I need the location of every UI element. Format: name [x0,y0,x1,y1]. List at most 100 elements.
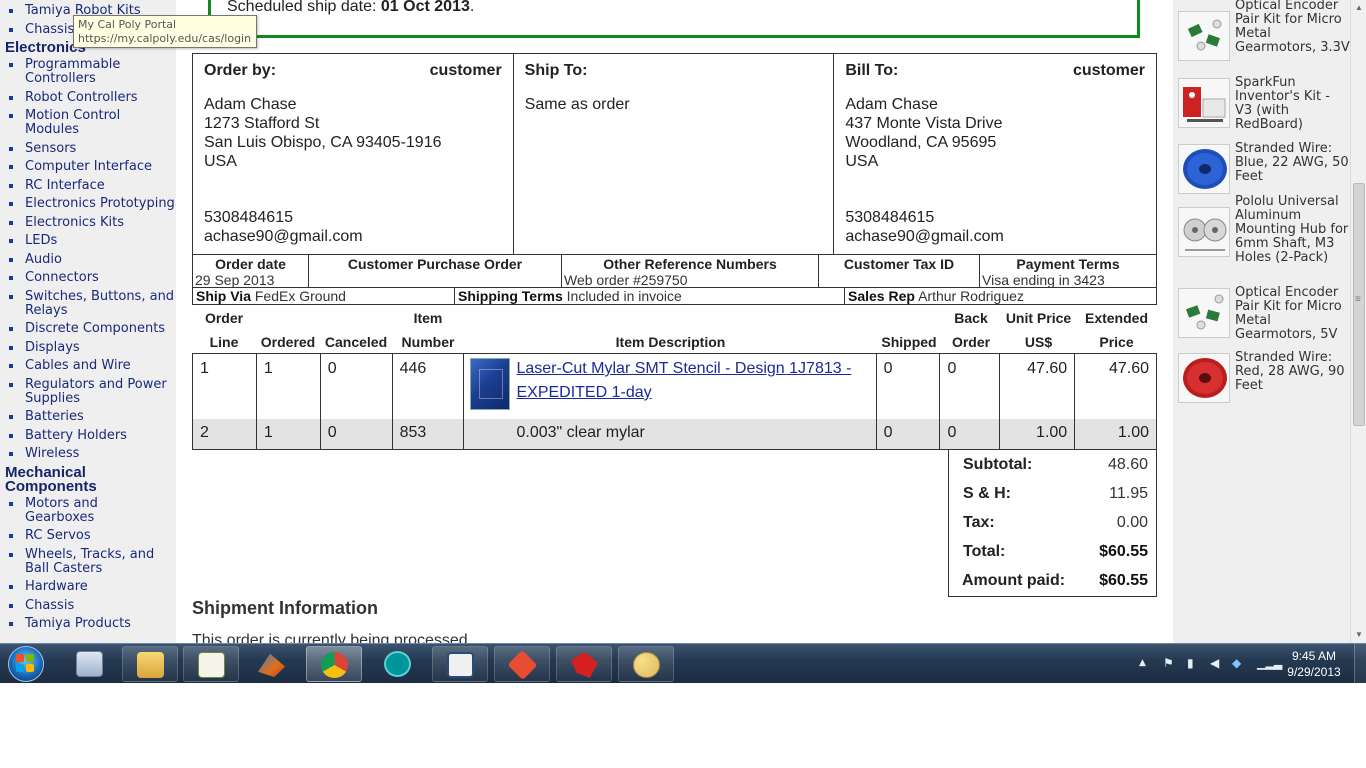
sidebar-item[interactable]: Regulators and Power Supplies [0,377,176,406]
volume-icon[interactable]: ◀ [1210,656,1219,670]
shipping-terms-cell: Shipping Terms Included in invoice [455,288,845,304]
total-row: Total: $60.55 [949,537,1156,566]
sidebar-item[interactable]: Switches, Buttons, and Relays [0,289,176,318]
subtotal-label: Subtotal: [963,456,1033,473]
product-link[interactable]: Laser-Cut Mylar SMT Stencil - Design 1J7… [516,360,851,401]
sales-rep-label: Sales Rep [848,288,915,304]
address-table: Order by: customer Adam Chase 1273 Staffo… [192,53,1157,255]
tax-value: 0.00 [1116,514,1148,531]
bill-to-city: Woodland, CA 95695 [845,134,997,151]
total-label: Total: [963,543,1006,560]
sidebar-item[interactable]: Programmable Controllers [0,58,176,86]
scheduled-ship-date: 01 Oct 2013 [380,0,470,15]
taskbar-red-app[interactable] [556,646,612,682]
scroll-down-arrow-icon[interactable]: ▼ [1351,627,1366,643]
taskbar-git[interactable] [494,646,550,682]
sidebar-item[interactable]: Chassis [0,598,176,613]
sidebar-item[interactable]: Computer Interface [0,160,176,174]
sidebar-item[interactable]: Tamiya Products [0,617,176,631]
sh-value: 11.95 [1109,485,1148,502]
matlab-icon [258,653,285,677]
sidebar-heading-mechanical[interactable]: Mechanical Components [0,465,120,494]
sidebar-item[interactable]: Electronics Prototyping [0,197,176,211]
taskbar-window-app[interactable] [432,646,488,682]
taskbar-paint[interactable] [618,646,674,682]
taskbar-file-explorer[interactable] [122,646,178,682]
sidebar-item[interactable]: Wheels, Tracks, and Ball Casters [0,547,165,576]
tooltip-url: https://my.calpoly.edu/cas/login [78,32,252,45]
bill-to-column: Bill To: customer Adam Chase 437 Monte Vi… [834,54,1156,254]
amount-paid-label: Amount paid: [962,572,1066,589]
sidebar-item[interactable]: Sensors [0,141,176,156]
bill-to-label: Bill To: [845,62,899,79]
taskbar-plot-app[interactable] [183,646,239,682]
shipment-info-heading: Shipment Information [192,598,378,618]
encoder-kit-image[interactable] [1178,11,1230,61]
related-product-name[interactable]: SparkFun Inventor's Kit - V3 (with RedBo… [1235,76,1350,132]
plot-app-icon [198,652,225,678]
link-tooltip: My Cal Poly Portal https://my.calpoly.ed… [73,15,257,48]
related-product-name[interactable]: Optical Encoder Pair Kit for Micro Metal… [1235,0,1350,55]
scrollbar-thumb[interactable] [1353,183,1365,426]
order-date-label: Order date [215,256,286,272]
dropbox-icon[interactable]: ◆ [1232,656,1241,670]
ref-label: Other Reference Numbers [603,256,777,272]
sidebar-item[interactable]: Discrete Components [0,322,176,336]
col-line: Line [209,334,239,350]
sales-rep-value: Arthur Rodriguez [918,288,1024,304]
sidebar-item[interactable]: Cables and Wire [0,359,176,373]
taskbar-arduino[interactable] [370,646,426,682]
action-center-flag-icon[interactable]: ⚑ [1163,656,1174,670]
sidebar-item[interactable]: RC Servos [0,529,176,543]
related-product-name[interactable]: Stranded Wire: Red, 28 AWG, 90 Feet [1235,351,1350,393]
taskbar-calculator[interactable] [61,646,117,682]
sidebar-item[interactable]: Robot Controllers [0,90,176,105]
stencil-product-thumbnail[interactable] [470,358,511,410]
mounting-hub-image[interactable] [1178,207,1230,257]
network-signal-icon[interactable]: ▁▂▃ [1257,657,1282,670]
start-button[interactable] [6,646,46,682]
sidebar-item[interactable]: Electronics Kits [0,215,176,230]
sidebar-item[interactable]: Displays [0,340,176,355]
bill-to-phone: 5308484615 [845,209,935,226]
related-product-name[interactable]: Optical Encoder Pair Kit for Micro Metal… [1235,286,1350,342]
show-hidden-icons-icon[interactable]: ▲ [1139,658,1146,668]
electronics-list: Programmable Controllers Robot Controlle… [0,58,176,461]
tax-row: Tax: 0.00 [949,508,1156,537]
taskbar-clock[interactable]: 9:45 AM 9/29/2013 [1284,648,1344,680]
scheduled-ship-box: Scheduled ship date: 01 Oct 2013. [208,0,1140,38]
sidebar-item[interactable]: Wireless [0,447,176,461]
scroll-up-arrow-icon[interactable]: ▲ [1351,0,1366,16]
blue-wire-image[interactable] [1178,144,1230,194]
col-ordered: Ordered [260,334,316,350]
sidebar-item[interactable]: Batteries [0,410,176,424]
items-table: 1 1 0 446 Laser-Cut Mylar SMT Stencil - … [192,353,1157,450]
sidebar-item[interactable]: Motion Control Modules [0,109,176,137]
git-icon [507,650,538,680]
taskbar-matlab[interactable] [244,646,300,682]
sidebar-item[interactable]: Battery Holders [0,428,176,443]
sidebar-item[interactable]: Hardware [0,580,176,594]
show-desktop-button[interactable] [1354,644,1366,684]
related-product-name[interactable]: Stranded Wire: Blue, 22 AWG, 50 Feet [1235,142,1350,184]
sidebar-item[interactable]: LEDs [0,234,176,248]
cell-extended-price: 47.60 [1108,360,1150,377]
ship-to-column: Ship To: Same as order [514,54,835,254]
sidebar-item[interactable]: RC Interface [0,178,176,193]
inventors-kit-image[interactable] [1178,78,1230,128]
bill-to-role: customer [1072,62,1146,79]
tooltip-title: My Cal Poly Portal [78,18,177,31]
sidebar-item[interactable]: Connectors [0,271,176,285]
page-scrollbar[interactable]: ▲ ▼ [1350,0,1366,643]
battery-icon[interactable]: ▮ [1187,656,1194,670]
scheduled-ship-label: Scheduled ship date: [227,0,377,15]
cell-line: 1 [193,354,257,419]
related-product-name[interactable]: Pololu Universal Aluminum Mounting Hub f… [1235,195,1350,265]
sidebar-item[interactable]: Audio [0,252,176,267]
taskbar-chrome[interactable] [306,646,362,682]
tax-label: Tax: [963,514,995,531]
encoder-kit-5v-image[interactable] [1178,288,1230,338]
red-wire-image[interactable] [1178,353,1230,403]
chrome-icon [321,652,348,678]
sidebar-item[interactable]: Motors and Gearboxes [0,496,125,525]
